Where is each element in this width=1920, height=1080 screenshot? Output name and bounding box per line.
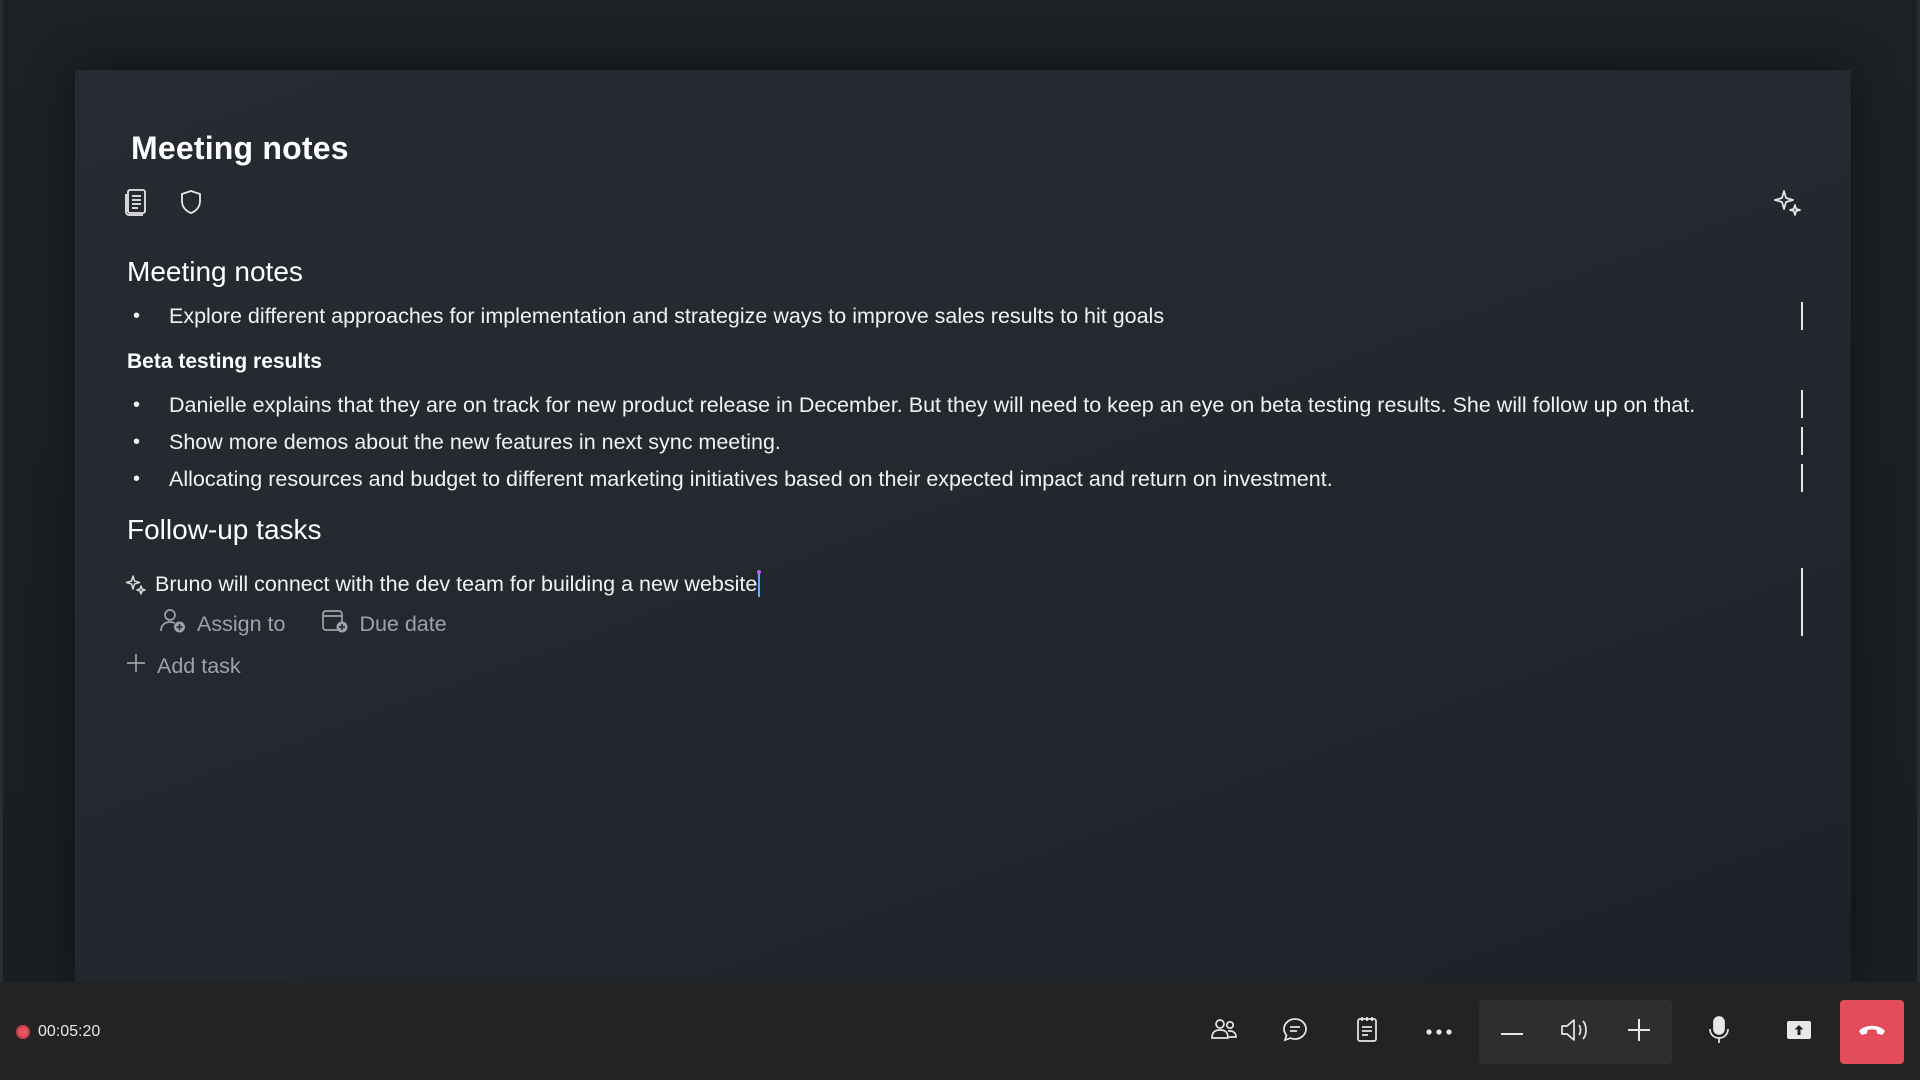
row-indicator	[1801, 427, 1803, 455]
list-item[interactable]: • Show more demos about the new features…	[133, 426, 1811, 458]
volume-up-icon	[1627, 1018, 1651, 1047]
notes-button[interactable]	[123, 188, 151, 216]
row-indicator	[1801, 568, 1803, 636]
panel-title: Meeting notes	[131, 130, 349, 166]
more-options-button[interactable]	[1408, 1000, 1470, 1064]
assign-to-button[interactable]: Assign to	[159, 608, 285, 640]
calendar-add-icon	[321, 608, 349, 640]
people-icon	[1210, 1018, 1238, 1047]
sparkle-icon	[125, 574, 155, 596]
beta-testing-heading: Beta testing results	[127, 350, 322, 373]
note-text: Explore different approaches for impleme…	[169, 303, 1165, 328]
share-screen-button[interactable]	[1768, 1000, 1830, 1064]
speaker-button[interactable]	[1544, 1000, 1606, 1064]
share-screen-icon	[1785, 1018, 1813, 1047]
volume-down-button[interactable]	[1481, 1000, 1543, 1064]
recording-dot-icon	[16, 1025, 30, 1039]
bullet-dot: •	[133, 304, 141, 327]
hang-up-button[interactable]	[1840, 1000, 1904, 1064]
more-icon	[1425, 1023, 1453, 1041]
task-item[interactable]: Bruno will connect with the dev team for…	[125, 569, 762, 597]
note-text: Show more demos about the new features i…	[169, 429, 781, 454]
notes-button[interactable]	[1336, 1000, 1398, 1064]
notes-icon	[125, 188, 149, 216]
meeting-notes-heading: Meeting notes	[127, 256, 303, 287]
microphone-button[interactable]	[1688, 1000, 1750, 1064]
row-indicator	[1801, 390, 1803, 418]
protection-button[interactable]	[177, 188, 205, 216]
plus-icon	[125, 652, 147, 680]
text-caret	[757, 569, 762, 597]
row-indicator	[1801, 302, 1803, 330]
assign-to-label: Assign to	[197, 611, 286, 636]
chat-button[interactable]	[1264, 1000, 1326, 1064]
participants-button[interactable]	[1193, 1000, 1255, 1064]
task-text[interactable]: Bruno will connect with the dev team for…	[155, 572, 757, 597]
list-item[interactable]: • Danielle explains that they are on tra…	[133, 389, 1811, 421]
bullet-dot: •	[133, 467, 141, 490]
due-date-button[interactable]: Due date	[321, 608, 447, 640]
chat-icon	[1281, 1016, 1309, 1049]
sparkle-icon	[1773, 188, 1803, 223]
bullet-dot: •	[133, 430, 141, 453]
bullet-dot: •	[133, 393, 141, 416]
speaker-icon	[1559, 1016, 1591, 1049]
task-meta: Assign to Due date	[159, 608, 447, 640]
notes-toolbar	[123, 188, 205, 216]
volume-up-button[interactable]	[1608, 1000, 1670, 1064]
note-text: Danielle explains that they are on track…	[169, 392, 1696, 417]
shield-icon	[179, 189, 203, 215]
add-task-button[interactable]: Add task	[125, 652, 241, 680]
list-item[interactable]: • Explore different approaches for imple…	[133, 300, 1811, 332]
notes-panel: Meeting notes Meeting notes • Explore di…	[75, 70, 1851, 982]
row-indicator	[1801, 464, 1803, 492]
meeting-stage: Meeting notes Meeting notes • Explore di…	[0, 0, 1920, 982]
follow-up-tasks-heading: Follow-up tasks	[127, 514, 322, 545]
notes-icon	[1355, 1016, 1379, 1049]
recording-time: 00:05:20	[38, 1023, 101, 1040]
hang-up-icon	[1857, 1023, 1887, 1042]
due-date-label: Due date	[359, 611, 447, 636]
copilot-button[interactable]	[1771, 188, 1805, 222]
note-text: Allocating resources and budget to diffe…	[169, 466, 1333, 491]
recording-indicator: 00:05:20	[16, 1023, 100, 1041]
volume-down-icon	[1500, 1023, 1524, 1041]
person-add-icon	[159, 608, 187, 640]
microphone-icon	[1708, 1015, 1730, 1050]
list-item[interactable]: • Allocating resources and budget to dif…	[133, 463, 1811, 495]
add-task-label: Add task	[157, 653, 241, 678]
